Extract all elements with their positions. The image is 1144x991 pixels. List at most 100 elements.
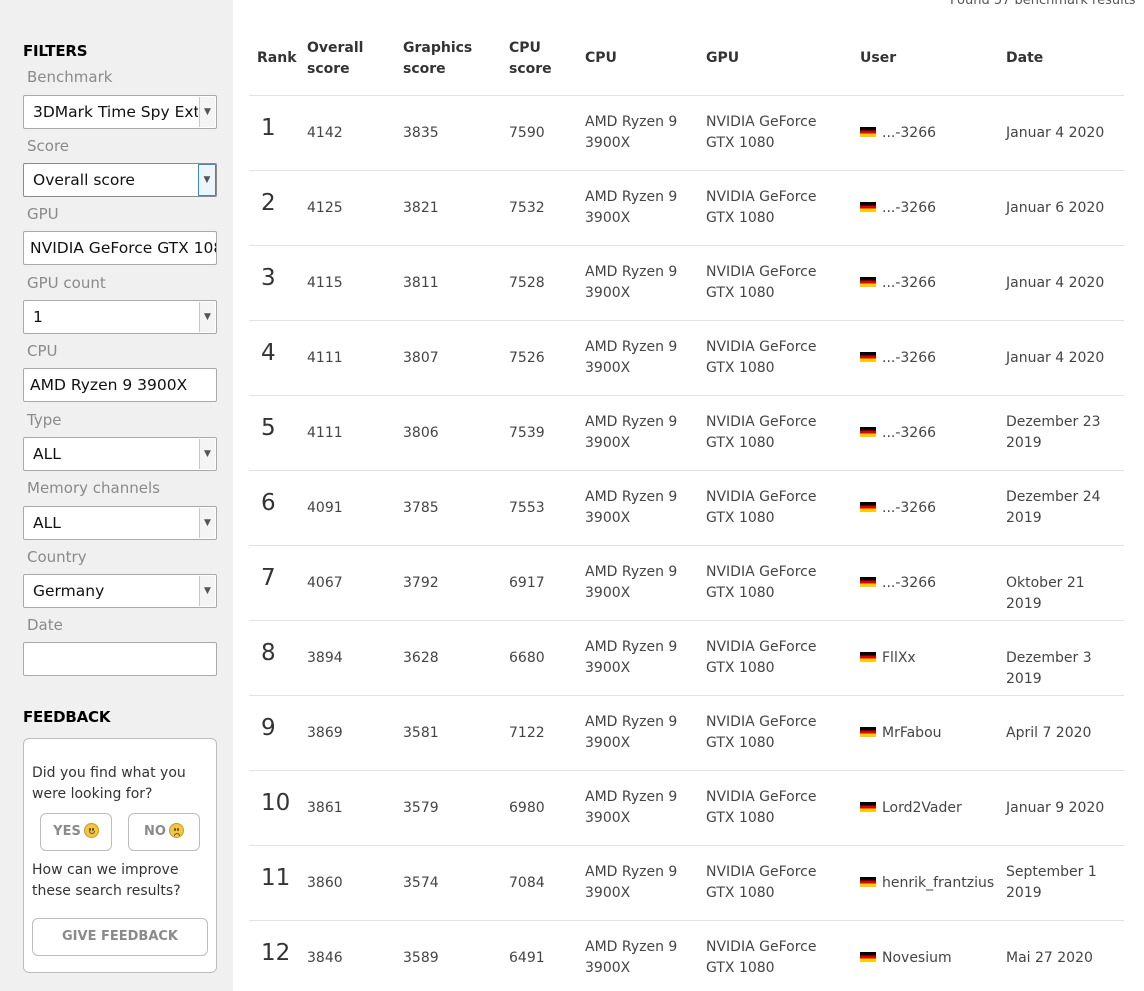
user-name[interactable]: Lord2Vader — [882, 800, 962, 816]
user-name[interactable]: henrik_frantzius — [882, 875, 994, 891]
memory-channels-select[interactable]: ALL ▼ — [23, 506, 217, 540]
user-cell[interactable]: ...-3266 — [860, 498, 936, 519]
cpu-cell: AMD Ryzen 9 3900X — [585, 189, 678, 226]
user-cell[interactable]: Lord2Vader — [860, 798, 962, 819]
gpu-cell: NVIDIA GeForce GTX 1080 — [706, 939, 817, 976]
user-name[interactable]: ...-3266 — [882, 200, 936, 216]
user-name[interactable]: ...-3266 — [882, 500, 936, 516]
header-gpu[interactable]: GPU — [706, 48, 739, 69]
table-row[interactable]: 1 4142 3835 7590 AMD Ryzen 9 3900X NVIDIA GeF… — [249, 96, 1124, 171]
cpu-input[interactable]: AMD Ryzen 9 3900X — [23, 368, 217, 402]
yes-button[interactable]: YES — [40, 813, 112, 851]
no-button[interactable]: NO — [128, 813, 200, 851]
header-overall-score[interactable]: Overall score — [307, 38, 387, 80]
user-cell[interactable]: Novesium — [860, 948, 952, 969]
cpu-score-cell: 7590 — [509, 125, 545, 141]
user-cell[interactable]: MrFabou — [860, 723, 942, 744]
chevron-down-icon: ▼ — [199, 576, 215, 606]
rank-cell: 6 — [261, 490, 276, 516]
yes-label: YES — [53, 824, 81, 839]
user-name[interactable]: ...-3266 — [882, 275, 936, 291]
user-name[interactable]: Novesium — [882, 950, 952, 966]
benchmark-select[interactable]: 3DMark Time Spy Extreme ▼ — [23, 95, 217, 129]
score-label: Score — [27, 137, 70, 155]
table-row[interactable]: 10 3861 3579 6980 AMD Ryzen 9 3900X NVIDIA Ge… — [249, 771, 1124, 846]
user-name[interactable]: ...-3266 — [882, 125, 936, 141]
table-row[interactable]: 2 4125 3821 7532 AMD Ryzen 9 3900X NVIDIA GeF… — [249, 171, 1124, 246]
table-row[interactable]: 12 3846 3589 6491 AMD Ryzen 9 3900X NVIDIA Ge… — [249, 921, 1124, 991]
user-cell[interactable]: ...-3266 — [860, 423, 936, 444]
benchmark-value: 3DMark Time Spy Extreme — [33, 103, 198, 121]
table-row[interactable]: 4 4111 3807 7526 AMD Ryzen 9 3900X NVIDIA GeF… — [249, 321, 1124, 396]
germany-flag-icon — [860, 202, 876, 212]
user-name[interactable]: ...-3266 — [882, 350, 936, 366]
score-select[interactable]: Overall score ▼ — [23, 163, 217, 197]
gpu-cell: NVIDIA GeForce GTX 1080 — [706, 789, 817, 826]
feedback-heading: FEEDBACK — [23, 708, 111, 726]
graphics-score-cell: 3806 — [403, 425, 439, 441]
header-cpu-score[interactable]: CPU score — [509, 38, 559, 80]
cpu-cell: AMD Ryzen 9 3900X — [585, 564, 678, 601]
type-select[interactable]: ALL ▼ — [23, 437, 217, 471]
user-cell[interactable]: ...-3266 — [860, 348, 936, 369]
cpu-cell: AMD Ryzen 9 3900X — [585, 939, 678, 976]
header-cpu[interactable]: CPU — [585, 48, 617, 69]
country-select[interactable]: Germany ▼ — [23, 574, 217, 608]
germany-flag-icon — [860, 802, 876, 812]
filters-heading: FILTERS — [23, 42, 88, 60]
user-cell[interactable]: FllXx — [860, 648, 916, 669]
header-user[interactable]: User — [860, 48, 896, 69]
germany-flag-icon — [860, 952, 876, 962]
header-graphics-score[interactable]: Graphics score — [403, 38, 483, 80]
cpu-score-cell: 7526 — [509, 350, 545, 366]
user-cell[interactable]: ...-3266 — [860, 273, 936, 294]
user-name[interactable]: ...-3266 — [882, 425, 936, 441]
table-row[interactable]: 9 3869 3581 7122 AMD Ryzen 9 3900X NVIDIA GeF… — [249, 696, 1124, 771]
user-name[interactable]: FllXx — [882, 650, 916, 666]
table-row[interactable]: 11 3860 3574 7084 AMD Ryzen 9 3900X NVIDIA Ge… — [249, 846, 1124, 921]
rank-cell: 1 — [261, 115, 276, 141]
header-rank[interactable]: Rank — [257, 48, 297, 69]
user-name[interactable]: ...-3266 — [882, 575, 936, 591]
overall-score-cell: 3869 — [307, 725, 343, 741]
overall-score-cell: 3860 — [307, 875, 343, 891]
country-value: Germany — [33, 582, 105, 600]
chevron-down-icon: ▼ — [199, 97, 215, 127]
memory-channels-value: ALL — [33, 514, 61, 532]
cpu-score-cell: 6917 — [509, 575, 545, 591]
date-cell: Mai 27 2020 — [1006, 950, 1093, 966]
cpu-cell: AMD Ryzen 9 3900X — [585, 789, 678, 826]
gpu-cell: NVIDIA GeForce GTX 1080 — [706, 339, 817, 376]
smile-icon — [83, 823, 99, 838]
user-name[interactable]: MrFabou — [882, 725, 942, 741]
germany-flag-icon — [860, 652, 876, 662]
table-row[interactable]: 7 4067 3792 6917 AMD Ryzen 9 3900X NVIDIA GeF… — [249, 546, 1124, 621]
header-date[interactable]: Date — [1006, 48, 1043, 69]
table-row[interactable]: 3 4115 3811 7528 AMD Ryzen 9 3900X NVIDIA GeF… — [249, 246, 1124, 321]
user-cell[interactable]: ...-3266 — [860, 123, 936, 144]
table-row[interactable]: 6 4091 3785 7553 AMD Ryzen 9 3900X NVIDIA GeF… — [249, 471, 1124, 546]
rank-cell: 8 — [261, 640, 276, 666]
germany-flag-icon — [860, 352, 876, 362]
table-row[interactable]: 5 4111 3806 7539 AMD Ryzen 9 3900X NVIDIA GeF… — [249, 396, 1124, 471]
cpu-cell: AMD Ryzen 9 3900X — [585, 414, 678, 451]
rank-cell: 3 — [261, 265, 276, 291]
gpu-count-label: GPU count — [27, 274, 106, 292]
user-cell[interactable]: ...-3266 — [860, 573, 936, 594]
graphics-score-cell: 3835 — [403, 125, 439, 141]
table-row[interactable]: 8 3894 3628 6680 AMD Ryzen 9 3900X NVIDIA GeF… — [249, 621, 1124, 696]
graphics-score-cell: 3581 — [403, 725, 439, 741]
give-feedback-button[interactable]: GIVE FEEDBACK — [32, 918, 208, 956]
cpu-score-cell: 7122 — [509, 725, 545, 741]
graphics-score-cell: 3821 — [403, 200, 439, 216]
user-cell[interactable]: henrik_frantzius — [860, 873, 994, 894]
overall-score-cell: 3846 — [307, 950, 343, 966]
rank-cell: 7 — [261, 565, 276, 591]
graphics-score-cell: 3628 — [403, 650, 439, 666]
date-input[interactable] — [23, 642, 217, 676]
user-cell[interactable]: ...-3266 — [860, 198, 936, 219]
gpu-count-select[interactable]: 1 ▼ — [23, 300, 217, 334]
country-label: Country — [27, 548, 87, 566]
gpu-input[interactable]: NVIDIA GeForce GTX 1080 — [23, 231, 217, 265]
gpu-cell: NVIDIA GeForce GTX 1080 — [706, 189, 817, 226]
